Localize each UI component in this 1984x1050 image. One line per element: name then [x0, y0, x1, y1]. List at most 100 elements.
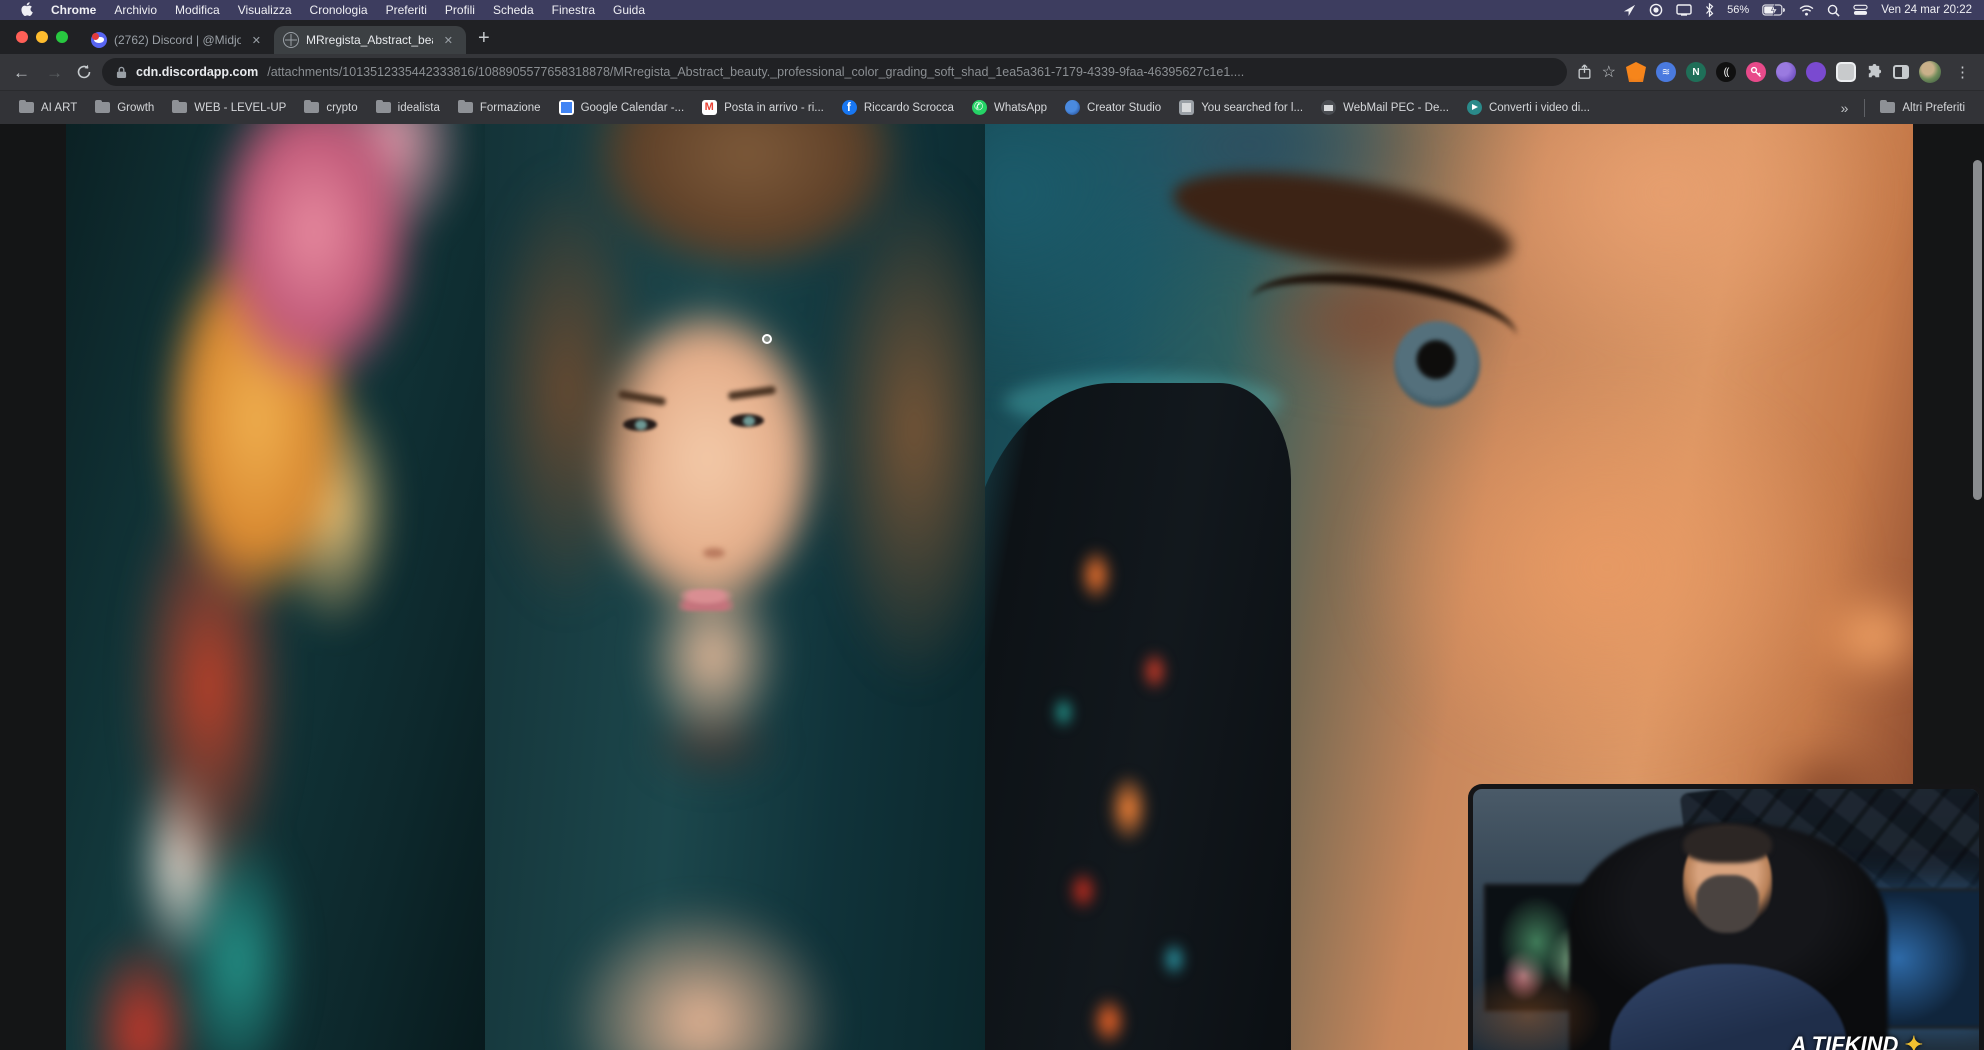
bookmark-webmail-pec[interactable]: WebMail PEC - De...	[1312, 96, 1458, 119]
page-content: A TIFKIND ✦	[0, 124, 1984, 1050]
share-icon[interactable]	[1577, 64, 1592, 80]
bookmarks-overflow-chevron[interactable]: »	[1831, 100, 1859, 116]
bookmark-label: WEB - LEVEL-UP	[194, 102, 286, 114]
fullscreen-window-button[interactable]	[56, 31, 68, 43]
folder-icon	[304, 100, 319, 115]
bookmark-video-converter[interactable]: Converti i video di...	[1458, 96, 1599, 119]
vertical-scrollbar-thumb[interactable]	[1973, 160, 1982, 500]
image-panel-woman-portrait	[485, 124, 985, 1050]
abstract-ribbon-art	[66, 124, 485, 1050]
screen-mirroring-icon[interactable]	[1676, 4, 1692, 16]
webcam-overlay: A TIFKIND ✦	[1468, 784, 1984, 1050]
menu-item-scheda[interactable]: Scheda	[484, 3, 543, 17]
menu-bar-clock[interactable]: Ven 24 mar 20:22	[1881, 4, 1972, 16]
bookmark-label: Converti i video di...	[1489, 102, 1590, 114]
folder-icon	[458, 100, 473, 115]
folder-icon	[172, 100, 187, 115]
spotlight-search-icon[interactable]	[1827, 4, 1840, 17]
tab-title: (2762) Discord | @Midjourney	[114, 33, 241, 47]
reload-button[interactable]	[76, 64, 92, 80]
address-bar[interactable]: cdn.discordapp.com/attachments/101351233…	[102, 58, 1567, 86]
menu-item-modifica[interactable]: Modifica	[166, 3, 229, 17]
forward-button[interactable]: →	[43, 64, 66, 81]
tab-image-attachment[interactable]: MRregista_Abstract_beauty._ ✕	[274, 26, 466, 54]
webmail-icon	[1321, 100, 1336, 115]
bookmark-you-searched[interactable]: You searched for l...	[1170, 96, 1312, 119]
profile-avatar[interactable]	[1919, 61, 1941, 83]
screen-record-icon[interactable]	[1649, 3, 1663, 17]
frame-extension-icon[interactable]	[1836, 62, 1856, 82]
extensions-puzzle-icon[interactable]	[1866, 64, 1883, 81]
menu-item-guida[interactable]: Guida	[604, 3, 654, 17]
bookmark-label: idealista	[398, 102, 440, 114]
warm-lamp-glow	[1468, 935, 1655, 1050]
ribbon-bokeh-lights	[985, 383, 1291, 1050]
video-converter-icon	[1467, 100, 1482, 115]
menu-item-preferiti[interactable]: Preferiti	[377, 3, 436, 17]
swirl-extension-icon[interactable]	[1806, 62, 1826, 82]
bookmark-label: Posta in arrivo - ri...	[724, 102, 824, 114]
other-bookmarks-folder[interactable]: Altri Preferiti	[1871, 96, 1974, 119]
bluetooth-icon[interactable]	[1705, 3, 1714, 17]
portrait-nose-shadow	[703, 548, 725, 558]
bookmark-label: AI ART	[41, 102, 77, 114]
chrome-menu-kebab-icon[interactable]: ⋮	[1951, 63, 1974, 81]
battery-percent: 56%	[1727, 4, 1749, 16]
bookmark-folder-idealista[interactable]: idealista	[367, 96, 449, 119]
apple-icon	[21, 2, 33, 16]
battery-charging-icon	[1762, 4, 1786, 16]
bookmark-star-icon[interactable]: ☆	[1602, 62, 1616, 82]
folder-icon	[1880, 100, 1895, 115]
bookmark-label: Altri Preferiti	[1902, 102, 1965, 114]
bookmark-folder-web-level-up[interactable]: WEB - LEVEL-UP	[163, 96, 295, 119]
window-controls	[8, 20, 82, 54]
bookmark-label: Google Calendar -...	[581, 102, 685, 114]
fast-user-switch-icon[interactable]	[1853, 4, 1868, 16]
bookmark-folder-formazione[interactable]: Formazione	[449, 96, 550, 119]
sparkle-icon: ✦	[1905, 1032, 1923, 1050]
gmail-icon	[702, 100, 717, 115]
notion-extension-icon[interactable]: N	[1686, 62, 1706, 82]
watermark-text: A TIFKIND	[1790, 1032, 1898, 1050]
bookmark-folder-ai-art[interactable]: AI ART	[10, 96, 86, 119]
metamask-extension-icon[interactable]	[1626, 62, 1646, 82]
bookmark-label: Creator Studio	[1087, 102, 1161, 114]
tab-close-icon[interactable]: ✕	[248, 32, 265, 49]
discord-favicon	[91, 32, 107, 48]
back-button[interactable]: ←	[10, 64, 33, 81]
bookmark-whatsapp[interactable]: WhatsApp	[963, 96, 1056, 119]
menu-item-cronologia[interactable]: Cronologia	[301, 3, 377, 17]
minimize-window-button[interactable]	[36, 31, 48, 43]
close-window-button[interactable]	[16, 31, 28, 43]
generic-page-icon	[1179, 100, 1194, 115]
aperture-extension-icon[interactable]: ((	[1716, 62, 1736, 82]
key-extension-icon[interactable]	[1746, 62, 1766, 82]
menu-item-visualizza[interactable]: Visualizza	[229, 3, 301, 17]
tab-discord[interactable]: (2762) Discord | @Midjourney ✕	[82, 26, 274, 54]
new-tab-button[interactable]: +	[466, 27, 502, 54]
bookmarks-divider	[1864, 99, 1865, 117]
menu-item-chrome[interactable]: Chrome	[42, 3, 105, 17]
apple-menu-icon[interactable]	[12, 2, 42, 19]
side-panel-icon[interactable]	[1893, 65, 1909, 79]
moon-extension-icon[interactable]	[1776, 62, 1796, 82]
waves-extension-icon[interactable]: ≋	[1656, 62, 1676, 82]
bookmark-label: WhatsApp	[994, 102, 1047, 114]
portrait-lips	[678, 589, 734, 611]
wifi-icon[interactable]	[1799, 5, 1814, 16]
bookmark-folder-growth[interactable]: Growth	[86, 96, 163, 119]
tab-close-icon[interactable]: ✕	[440, 32, 457, 49]
bookmark-google-calendar[interactable]: Google Calendar -...	[550, 96, 694, 119]
bookmark-creator-studio[interactable]: Creator Studio	[1056, 96, 1170, 119]
menu-item-profili[interactable]: Profili	[436, 3, 484, 17]
menu-item-archivio[interactable]: Archivio	[105, 3, 166, 17]
portrait-right-eye	[730, 414, 764, 427]
menu-item-finestra[interactable]: Finestra	[543, 3, 604, 17]
bookmark-facebook-profile[interactable]: Riccardo Scrocca	[833, 96, 963, 119]
bookmark-gmail-inbox[interactable]: Posta in arrivo - ri...	[693, 96, 833, 119]
presenter-beard	[1696, 875, 1759, 932]
bookmark-folder-crypto[interactable]: crypto	[295, 96, 366, 119]
chrome-tab-strip: (2762) Discord | @Midjourney ✕ MRregista…	[0, 20, 1984, 54]
location-arrow-icon[interactable]	[1623, 4, 1636, 17]
bookmark-label: crypto	[326, 102, 357, 114]
